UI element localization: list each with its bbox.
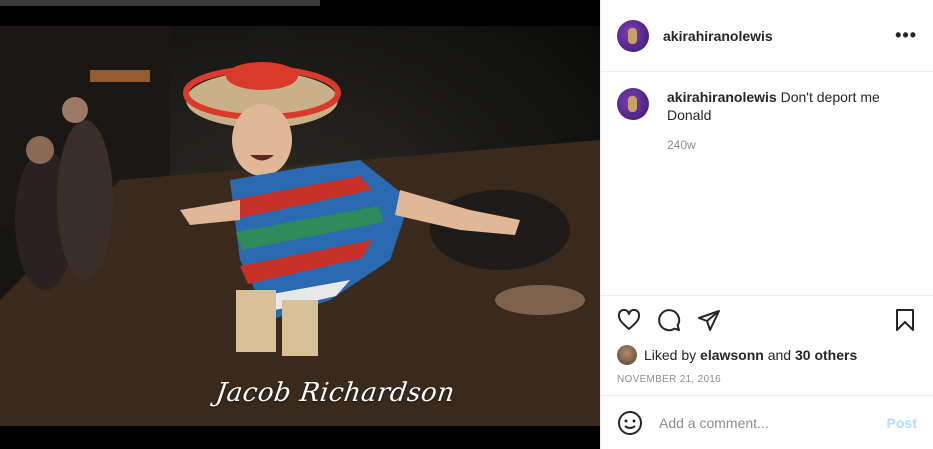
likes-others-link[interactable]: 30 others <box>795 347 857 363</box>
comment-icon[interactable] <box>655 306 683 334</box>
bookmark-icon[interactable] <box>891 306 919 334</box>
liker-username[interactable]: elawsonn <box>700 347 764 363</box>
likes-prefix: Liked by <box>644 347 697 363</box>
heart-icon[interactable] <box>615 306 643 334</box>
likes-and: and <box>767 347 792 363</box>
post-date[interactable]: November 21, 2016 <box>601 374 933 385</box>
action-bar <box>601 296 933 344</box>
emoji-icon[interactable] <box>617 410 643 436</box>
caption: akirahiranolewis Don't deport me Donald <box>667 88 897 124</box>
post-details-panel: akirahiranolewis ••• akirahiranolewis Do… <box>600 0 933 449</box>
comments-section: akirahiranolewis Don't deport me Donald … <box>601 72 933 295</box>
caption-timestamp[interactable]: 240w <box>667 138 917 152</box>
more-horizontal-icon[interactable]: ••• <box>895 25 917 46</box>
post-comment-button[interactable]: Post <box>887 415 917 431</box>
comment-input[interactable] <box>657 413 887 432</box>
caption-row: akirahiranolewis Don't deport me Donald <box>617 88 917 124</box>
caption-username[interactable]: akirahiranolewis <box>667 89 777 105</box>
share-icon[interactable] <box>695 306 723 334</box>
actions-area: Liked by elawsonn and 30 others November… <box>601 295 933 385</box>
author-username[interactable]: akirahiranolewis <box>663 28 773 44</box>
liker-avatar[interactable] <box>617 345 637 365</box>
photographer-watermark: Jacob Richardson <box>213 378 457 408</box>
caption-avatar[interactable] <box>617 88 649 120</box>
likes-row: Liked by elawsonn and 30 others <box>601 344 933 366</box>
add-comment-bar: Post <box>601 395 933 449</box>
post-image[interactable]: Jacob Richardson <box>0 0 600 449</box>
avatar[interactable] <box>617 19 649 52</box>
post-header: akirahiranolewis ••• <box>601 0 933 72</box>
